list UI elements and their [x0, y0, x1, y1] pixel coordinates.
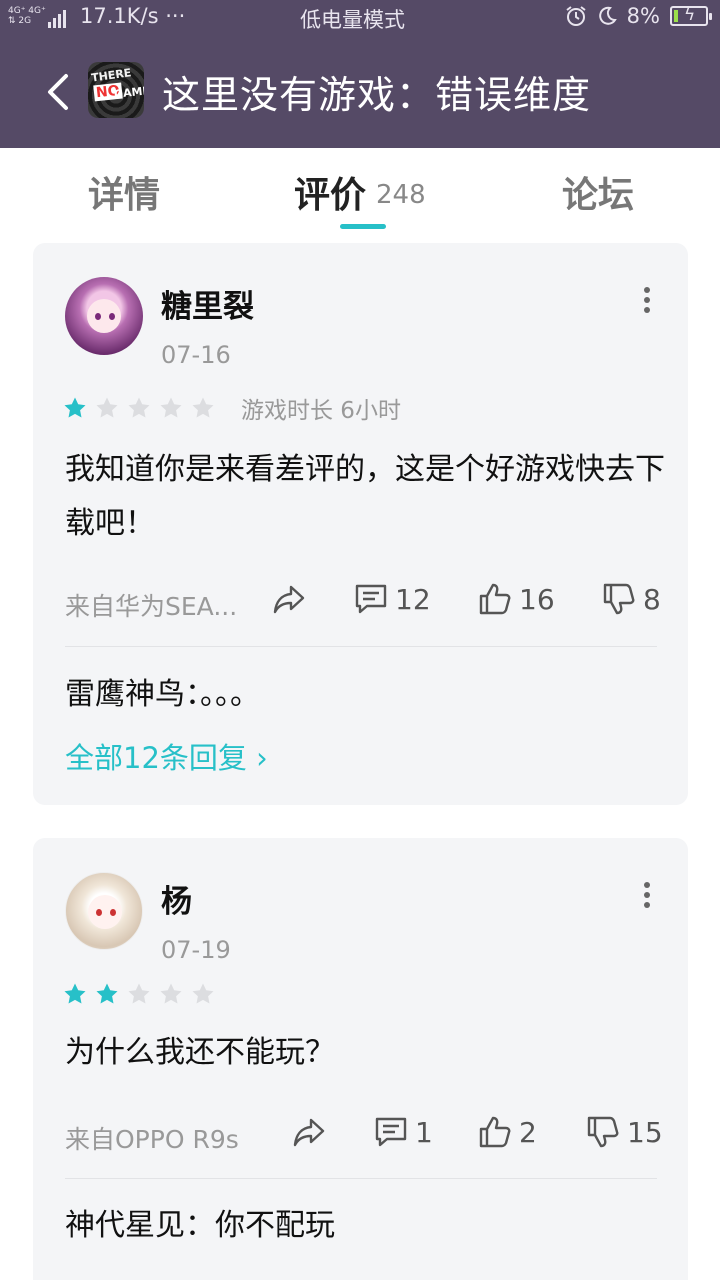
back-arrow-icon[interactable] [42, 72, 78, 112]
like-count: 2 [519, 1115, 537, 1149]
signal-icon [48, 10, 66, 28]
battery-icon: ϟ [670, 5, 712, 26]
moon-icon [598, 6, 617, 25]
app-icon: THERE IS NO GAME [88, 62, 144, 118]
star-filled-icon [64, 397, 86, 418]
review-content: 我知道你是来看差评的，这是个好游戏快去下载吧！ [65, 452, 665, 541]
thumbs-down-icon [587, 1116, 619, 1148]
battery-percent: 8% [626, 4, 660, 28]
comment-count: 1 [415, 1115, 433, 1149]
share-icon [293, 1118, 325, 1147]
more-options-icon[interactable] [644, 882, 652, 908]
review-date: 07-16 [161, 341, 231, 369]
tab-reviews-count: 248 [376, 180, 426, 210]
network-type-top: 4G⁺ 4G⁺ [8, 6, 46, 16]
network-indicator: 4G⁺ 4G⁺ ⇅ 2G [8, 6, 46, 26]
star-empty-icon [160, 983, 182, 1004]
network-speed: 17.1K/s ··· [80, 4, 186, 28]
thumbs-down-icon [603, 583, 635, 615]
tab-details[interactable]: 详情 [88, 166, 160, 218]
star-filled-icon [96, 983, 118, 1004]
tab-reviews-label: 评价 [294, 175, 367, 216]
dislike-button[interactable]: 15 [585, 1114, 663, 1150]
share-icon [273, 585, 305, 614]
avatar[interactable] [65, 277, 143, 355]
comment-count: 12 [395, 582, 431, 616]
tab-reviews[interactable]: 评价 248 [294, 166, 426, 218]
star-empty-icon [128, 983, 150, 1004]
thumbs-up-icon [479, 1116, 511, 1148]
review-actions: 来自OPPO R9s 1 2 15 [65, 1110, 663, 1160]
tab-bar: 详情 评价 248 论坛 [0, 148, 720, 238]
tab-forum[interactable]: 论坛 [562, 166, 634, 218]
device-source: 来自华为SEA... [65, 592, 238, 621]
review-card: 杨 07-19 为什么我还不能玩？ 来自OPPO R9s 1 2 15 神代星见… [33, 838, 688, 1280]
dislike-button[interactable]: 8 [601, 581, 661, 617]
share-button[interactable] [271, 581, 313, 617]
review-date: 07-19 [161, 936, 231, 964]
star-empty-icon [96, 397, 118, 418]
review-username[interactable]: 糖里裂 [161, 281, 254, 326]
review-actions: 来自华为SEA... 12 16 8 [65, 577, 661, 627]
star-rating: 游戏时长 6小时 [63, 391, 401, 425]
like-button[interactable]: 16 [477, 581, 555, 617]
play-time: 游戏时长 6小时 [241, 398, 401, 424]
review-card: 糖里裂 07-16 游戏时长 6小时 我知道你是来看差评的，这是个好游戏快去下载… [33, 243, 688, 805]
device-source: 来自OPPO R9s [65, 1125, 239, 1154]
app-header: 4G⁺ 4G⁺ ⇅ 2G 17.1K/s ··· 低电量模式 8% ϟ THER… [0, 0, 720, 148]
like-count: 16 [519, 582, 555, 616]
divider [65, 1178, 657, 1179]
star-empty-icon [128, 397, 150, 418]
all-replies-link[interactable]: 全部12条回复 › [65, 735, 268, 777]
star-filled-icon [64, 983, 86, 1004]
more-options-icon[interactable] [644, 287, 652, 313]
tab-active-indicator [340, 224, 386, 229]
dislike-count: 8 [643, 582, 661, 616]
star-rating [63, 982, 223, 1006]
comment-icon [375, 1117, 407, 1147]
power-mode-label: 低电量模式 [300, 8, 405, 32]
comment-button[interactable]: 1 [373, 1114, 433, 1150]
dislike-count: 15 [627, 1115, 663, 1149]
star-empty-icon [192, 397, 214, 418]
thumbs-up-icon [479, 583, 511, 615]
reply-preview[interactable]: 雷鹰神鸟：。。。 [65, 669, 260, 713]
alarm-icon [566, 6, 586, 26]
divider [65, 646, 657, 647]
star-empty-icon [160, 397, 182, 418]
comment-icon [355, 584, 387, 614]
network-type-bottom: ⇅ 2G [8, 16, 32, 26]
star-empty-icon [192, 983, 214, 1004]
avatar[interactable] [65, 872, 143, 950]
reply-preview[interactable]: 神代星见：你不配玩 [65, 1200, 335, 1244]
like-button[interactable]: 2 [477, 1114, 537, 1150]
share-button[interactable] [291, 1114, 333, 1150]
comment-button[interactable]: 12 [353, 581, 431, 617]
page-title: 这里没有游戏：错误维度 [162, 73, 592, 117]
review-username[interactable]: 杨 [161, 876, 192, 921]
review-content: 为什么我还不能玩？ [65, 1035, 335, 1070]
status-bar: 4G⁺ 4G⁺ ⇅ 2G 17.1K/s ··· 低电量模式 8% ϟ [0, 0, 720, 40]
